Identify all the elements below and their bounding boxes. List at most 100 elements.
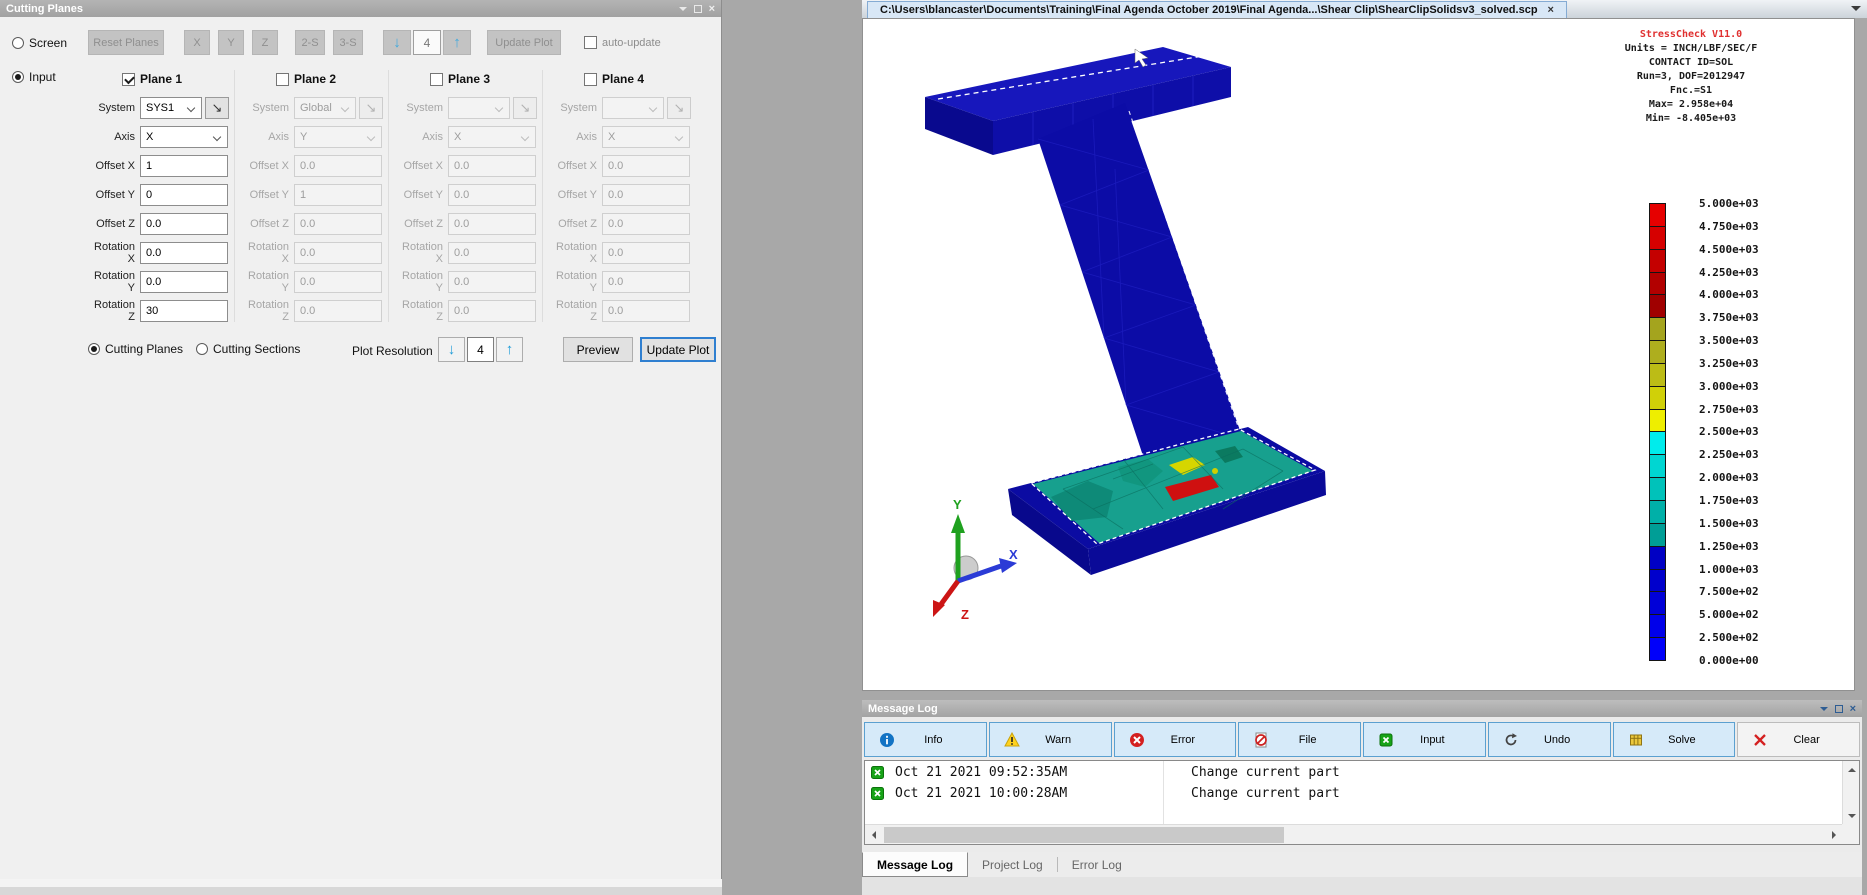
plane3-rotation-z-input[interactable]: 0.0 — [448, 300, 536, 322]
cutting-planes-radio[interactable]: Cutting Planes — [88, 342, 183, 356]
scroll-up-button[interactable] — [1843, 761, 1860, 778]
plane3-axis-select[interactable]: X — [448, 126, 536, 148]
plane1-rotation-y-input[interactable]: 0.0 — [140, 271, 228, 293]
cutting-planes-panel: Cutting Planes × Screen Input Reset Plan… — [0, 0, 722, 879]
plane1-rotation-x-input[interactable]: 0.0 — [140, 242, 228, 264]
update-plot-button[interactable]: Update Plot — [640, 337, 716, 362]
plane3-system-select[interactable] — [448, 97, 510, 119]
plane3-checkbox[interactable] — [430, 72, 443, 86]
tab-error-log[interactable]: Error Log — [1058, 852, 1136, 877]
info-filter-button[interactable]: Info — [864, 722, 987, 757]
three-s-button[interactable]: 3-S — [333, 30, 363, 55]
plane2-system-pick-button[interactable]: ↘ — [359, 97, 383, 119]
plane1-rotation-z-input[interactable]: 30 — [140, 300, 228, 322]
two-s-button[interactable]: 2-S — [295, 30, 325, 55]
offset-y-label: Offset Y — [95, 189, 135, 201]
cutting-planes-titlebar[interactable]: Cutting Planes × — [0, 0, 721, 17]
plane3-offset-z-input[interactable]: 0.0 — [448, 213, 536, 235]
plane3-offset-x-input[interactable]: 0.0 — [448, 155, 536, 177]
plane4-rotation-y-input[interactable]: 0.0 — [602, 271, 690, 293]
screen-mode-radio[interactable]: Screen — [12, 36, 67, 50]
plane-x-button[interactable]: X — [184, 30, 210, 55]
panel-close-icon[interactable]: × — [709, 3, 715, 14]
plane1-axis-select[interactable]: X — [140, 126, 228, 148]
error-filter-button[interactable]: Error — [1113, 722, 1237, 757]
plane1-checkbox[interactable] — [122, 72, 135, 86]
input-filter-button[interactable]: Input — [1363, 722, 1486, 757]
log-row[interactable]: Oct 21 2021 09:52:35AM Change current pa… — [865, 763, 1859, 782]
plane3-system-pick-button[interactable]: ↘ — [513, 97, 537, 119]
plane2-system-select[interactable]: Global — [294, 97, 356, 119]
plane4-system-pick-button[interactable]: ↘ — [667, 97, 691, 119]
resolution-up-button[interactable]: ↑ — [496, 337, 523, 362]
plane1-offset-x-input[interactable]: 1 — [140, 155, 228, 177]
vertical-scrollbar[interactable] — [1842, 761, 1859, 824]
plane2-rotation-x-input[interactable]: 0.0 — [294, 242, 382, 264]
legend-segment — [1649, 203, 1666, 227]
model-viewport[interactable]: Y X Z StressCheck V11.0 Units = INCH/LBF… — [862, 18, 1855, 691]
file-filter-button[interactable]: File — [1238, 722, 1361, 757]
tab-close-icon[interactable]: × — [1548, 4, 1554, 16]
scroll-down-button[interactable] — [1843, 807, 1860, 824]
plane1-offset-z-input[interactable]: 0.0 — [140, 213, 228, 235]
cutting-sections-radio-circle[interactable] — [196, 343, 208, 355]
plane4-system-select[interactable] — [602, 97, 664, 119]
plane2-checkbox[interactable] — [276, 72, 289, 86]
plane4-rotation-z-input[interactable]: 0.0 — [602, 300, 690, 322]
panel-close-icon[interactable]: × — [1850, 703, 1856, 714]
screen-radio-circle[interactable] — [12, 37, 24, 49]
document-tab[interactable]: C:\Users\blancaster\Documents\Training\F… — [867, 1, 1567, 18]
message-log-titlebar[interactable]: Message Log × — [862, 700, 1862, 717]
plane2-offset-y-input[interactable]: 1 — [294, 184, 382, 206]
input-radio-circle[interactable] — [12, 71, 24, 83]
plane1-offset-y-input[interactable]: 0 — [140, 184, 228, 206]
scrollbar-thumb[interactable] — [884, 827, 1284, 843]
spinner-value[interactable]: 4 — [413, 30, 441, 55]
panel-pin-icon[interactable] — [693, 4, 702, 13]
panel-menu-icon[interactable] — [678, 6, 687, 15]
plane3-rotation-y-input[interactable]: 0.0 — [448, 271, 536, 293]
cutting-sections-radio[interactable]: Cutting Sections — [196, 342, 300, 356]
scroll-left-button[interactable] — [865, 826, 882, 843]
tab-project-log[interactable]: Project Log — [968, 852, 1057, 877]
clear-log-button[interactable]: Clear — [1737, 722, 1860, 757]
plane2-offset-x-input[interactable]: 0.0 — [294, 155, 382, 177]
auto-update-checkbox[interactable] — [584, 36, 597, 49]
update-plot-top-button[interactable]: Update Plot — [487, 30, 561, 55]
undo-filter-button[interactable]: Undo — [1487, 722, 1611, 757]
warn-filter-button[interactable]: Warn — [988, 722, 1112, 757]
cutting-planes-radio-circle[interactable] — [88, 343, 100, 355]
plane3-offset-y-input[interactable]: 0.0 — [448, 184, 536, 206]
panel-pin-icon[interactable] — [1834, 704, 1843, 713]
message-log-list[interactable]: Oct 21 2021 09:52:35AM Change current pa… — [864, 760, 1860, 845]
panel-menu-icon[interactable] — [1819, 706, 1828, 715]
plane4-rotation-x-input[interactable]: 0.0 — [602, 242, 690, 264]
input-mode-radio[interactable]: Input — [12, 70, 56, 84]
plane4-checkbox[interactable] — [584, 72, 597, 86]
spinner-down-button[interactable]: ↓ — [383, 30, 411, 55]
plane1-system-select[interactable]: SYS1 — [140, 97, 202, 119]
plane2-offset-z-input[interactable]: 0.0 — [294, 213, 382, 235]
plane3-rotation-x-input[interactable]: 0.0 — [448, 242, 536, 264]
resolution-value[interactable]: 4 — [467, 337, 494, 362]
plane1-system-pick-button[interactable]: ↘ — [205, 97, 229, 119]
scroll-right-button[interactable] — [1825, 826, 1842, 843]
solve-filter-button[interactable]: Solve — [1612, 722, 1736, 757]
preview-button[interactable]: Preview — [563, 337, 633, 362]
plane4-offset-y-input[interactable]: 0.0 — [602, 184, 690, 206]
plane-y-button[interactable]: Y — [218, 30, 244, 55]
log-row[interactable]: Oct 21 2021 10:00:28AM Change current pa… — [865, 784, 1859, 803]
plane2-rotation-y-input[interactable]: 0.0 — [294, 271, 382, 293]
plane-z-button[interactable]: Z — [252, 30, 278, 55]
plane2-rotation-z-input[interactable]: 0.0 — [294, 300, 382, 322]
horizontal-scrollbar[interactable] — [865, 824, 1842, 844]
plane2-axis-select[interactable]: Y — [294, 126, 382, 148]
plane4-axis-select[interactable]: X — [602, 126, 690, 148]
tab-message-log[interactable]: Message Log — [862, 852, 969, 877]
tab-list-dropdown-icon[interactable] — [1851, 6, 1861, 16]
resolution-down-button[interactable]: ↓ — [438, 337, 465, 362]
spinner-up-button[interactable]: ↑ — [443, 30, 471, 55]
plane4-offset-x-input[interactable]: 0.0 — [602, 155, 690, 177]
plane4-offset-z-input[interactable]: 0.0 — [602, 213, 690, 235]
reset-planes-button[interactable]: Reset Planes — [88, 30, 164, 55]
